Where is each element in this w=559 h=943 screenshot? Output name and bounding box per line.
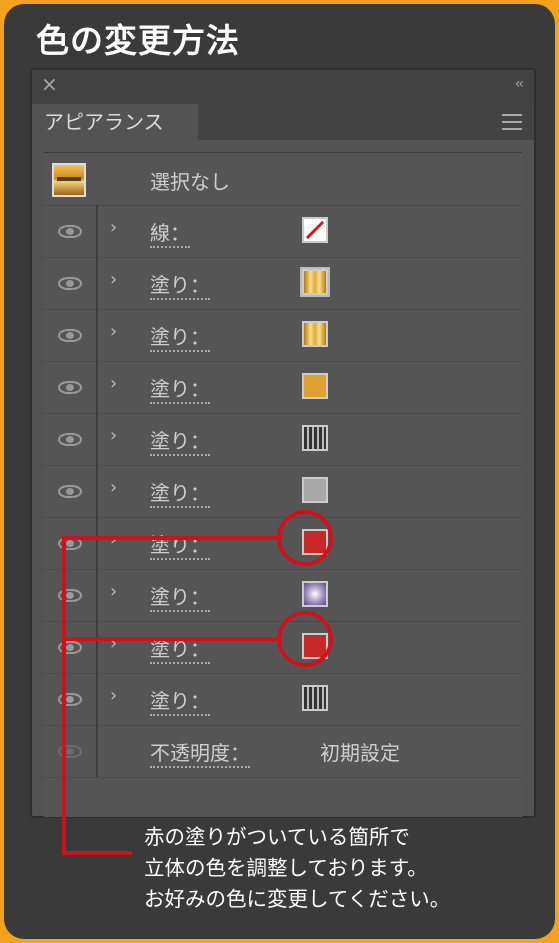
eye-icon[interactable]: [58, 485, 82, 498]
appearance-row[interactable]: › 塗り：: [44, 465, 522, 518]
eye-icon[interactable]: [58, 329, 82, 342]
panel-title-bar: × ‹‹: [32, 70, 534, 104]
swatch-gold-gradient[interactable]: [302, 321, 328, 347]
page-title: 色の変更方法: [36, 21, 240, 60]
swatch-gold-gradient-framed[interactable]: [300, 267, 330, 297]
collapse-icon[interactable]: ‹‹: [515, 76, 524, 92]
attribute-label[interactable]: 塗り：: [150, 373, 210, 404]
row-divider: [96, 725, 98, 777]
attribute-label[interactable]: 塗り：: [150, 633, 210, 664]
appearance-panel: × ‹‹ アピアランス 選択なし › 線： › 塗り： › 塗り： › 塗り： › 塗り： › 塗り：…: [30, 68, 536, 818]
swatch-stroke-none[interactable]: [302, 217, 328, 243]
attribute-label[interactable]: 塗り：: [150, 321, 210, 352]
swatch-gray[interactable]: [302, 477, 328, 503]
row-divider: [96, 517, 98, 569]
appearance-row[interactable]: › 塗り：: [44, 413, 522, 466]
attribute-label[interactable]: 塗り：: [150, 425, 210, 456]
chevron-right-icon[interactable]: ›: [110, 217, 117, 238]
opacity-row[interactable]: 不透明度： 初期設定: [44, 725, 522, 778]
appearance-row[interactable]: › 塗り：: [44, 569, 522, 622]
attribute-label[interactable]: 塗り：: [150, 529, 210, 560]
caption-line-2: 立体の色を調整しております。: [144, 856, 428, 880]
eye-icon[interactable]: [58, 537, 82, 550]
chevron-right-icon[interactable]: ›: [110, 477, 117, 498]
chevron-right-icon[interactable]: ›: [110, 269, 117, 290]
eye-icon[interactable]: [58, 589, 82, 602]
row-divider: [96, 413, 98, 465]
chevron-right-icon[interactable]: ›: [110, 425, 117, 446]
opacity-label[interactable]: 不透明度：: [150, 737, 250, 768]
eye-icon[interactable]: [58, 641, 82, 654]
eye-icon[interactable]: [58, 745, 82, 758]
caption-line-3: お好みの色に変更してください。: [144, 887, 451, 911]
selection-row[interactable]: 選択なし: [44, 153, 522, 206]
row-divider: [96, 257, 98, 309]
selection-label: 選択なし: [150, 170, 230, 194]
appearance-row[interactable]: › 塗り：: [44, 309, 522, 362]
chevron-right-icon[interactable]: ›: [110, 321, 117, 342]
appearance-row[interactable]: › 塗り：: [44, 621, 522, 674]
chevron-right-icon[interactable]: ›: [110, 529, 117, 550]
attribute-label[interactable]: 塗り：: [150, 581, 210, 612]
eye-icon[interactable]: [58, 381, 82, 394]
row-divider: [96, 465, 98, 517]
swatch-orange[interactable]: [302, 373, 328, 399]
chevron-right-icon[interactable]: ›: [110, 685, 117, 706]
attribute-label[interactable]: 線：: [150, 217, 190, 248]
appearance-row[interactable]: › 塗り：: [44, 361, 522, 414]
swatch-red[interactable]: [302, 529, 328, 555]
appearance-row[interactable]: › 塗り：: [44, 257, 522, 310]
opacity-value: 初期設定: [320, 741, 400, 765]
row-divider: [96, 621, 98, 673]
row-divider: [96, 361, 98, 413]
appearance-list: 選択なし › 線： › 塗り： › 塗り： › 塗り： › 塗り： › 塗り： › 塗り： › 塗り： › 塗り：…: [44, 152, 522, 817]
swatch-red[interactable]: [302, 633, 328, 659]
eye-icon[interactable]: [58, 693, 82, 706]
attribute-label[interactable]: 塗り：: [150, 477, 210, 508]
close-icon[interactable]: ×: [41, 72, 58, 96]
attribute-label[interactable]: 塗り：: [150, 685, 210, 716]
chevron-right-icon[interactable]: ›: [110, 581, 117, 602]
panel-menu-icon[interactable]: [502, 114, 522, 130]
tab-appearance[interactable]: アピアランス: [36, 104, 198, 140]
swatch-stripes[interactable]: [302, 425, 328, 451]
row-divider: [96, 205, 98, 257]
row-divider: [96, 309, 98, 361]
chevron-right-icon[interactable]: ›: [110, 633, 117, 654]
chevron-right-icon[interactable]: ›: [110, 373, 117, 394]
eye-icon[interactable]: [58, 277, 82, 290]
eye-icon[interactable]: [58, 433, 82, 446]
eye-icon[interactable]: [58, 225, 82, 238]
caption-line-1: 赤の塗りがついている箇所で: [144, 825, 410, 849]
appearance-row[interactable]: › 塗り：: [44, 517, 522, 570]
tab-bar-background: [198, 104, 534, 140]
attribute-label[interactable]: 塗り：: [150, 269, 210, 300]
tutorial-frame: 色の変更方法 × ‹‹ アピアランス 選択なし › 線： › 塗り： › 塗り： › 塗り： ›…: [4, 4, 555, 939]
row-divider: [96, 569, 98, 621]
appearance-row[interactable]: › 線：: [44, 205, 522, 258]
appearance-row[interactable]: › 塗り：: [44, 673, 522, 726]
row-divider: [96, 673, 98, 725]
selection-thumbnail: [52, 163, 86, 197]
swatch-stripes[interactable]: [302, 685, 328, 711]
swatch-radial-purple[interactable]: [302, 581, 328, 607]
